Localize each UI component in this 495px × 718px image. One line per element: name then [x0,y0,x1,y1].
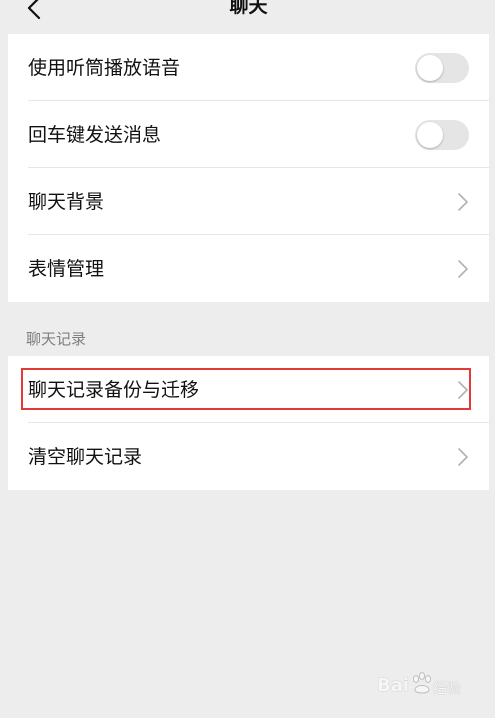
toggle-knob [417,54,443,81]
earpiece-toggle[interactable] [415,52,469,83]
chevron-right-icon [458,447,468,466]
section-header-chat-history: 聊天记录 [8,302,489,356]
toggle-knob [417,121,443,148]
chat-history-group: 聊天记录备份与迁移 清空聊天记录 [8,356,489,490]
chat-settings-screen: 聊天 使用听筒播放语音 回车键发送消息 聊天背景 表情管理 聊天记录 聊天记录备… [8,0,489,718]
setting-row-earpiece[interactable]: 使用听筒播放语音 [8,34,489,101]
setting-label-clear-history: 清空聊天记录 [28,445,143,468]
enter-send-toggle[interactable] [415,119,469,150]
settings-group: 使用听筒播放语音 回车键发送消息 聊天背景 表情管理 [8,34,489,302]
setting-label-sticker-management: 表情管理 [28,257,105,280]
setting-row-chat-background[interactable]: 聊天背景 [8,168,489,235]
chevron-right-icon [458,380,468,399]
setting-row-backup-migrate[interactable]: 聊天记录备份与迁移 [8,356,489,423]
setting-row-sticker-management[interactable]: 表情管理 [8,235,489,302]
chevron-right-icon [458,259,468,278]
setting-label-chat-background: 聊天背景 [28,190,105,213]
paw-icon [412,672,432,694]
page-title: 聊天 [229,0,268,17]
section-label: 聊天记录 [26,330,87,348]
watermark-brand: Bai [377,675,410,696]
setting-row-clear-history[interactable]: 清空聊天记录 [8,423,489,490]
chevron-right-icon [458,192,468,211]
setting-row-enter-send[interactable]: 回车键发送消息 [8,101,489,168]
setting-label-earpiece: 使用听筒播放语音 [28,56,181,79]
setting-label-enter-send: 回车键发送消息 [28,123,162,146]
baidu-watermark: Bai 经验 [377,670,477,700]
setting-label-backup-migrate: 聊天记录备份与迁移 [28,378,200,401]
navigation-bar: 聊天 [8,0,489,34]
watermark-suffix: 经验 [433,681,461,697]
